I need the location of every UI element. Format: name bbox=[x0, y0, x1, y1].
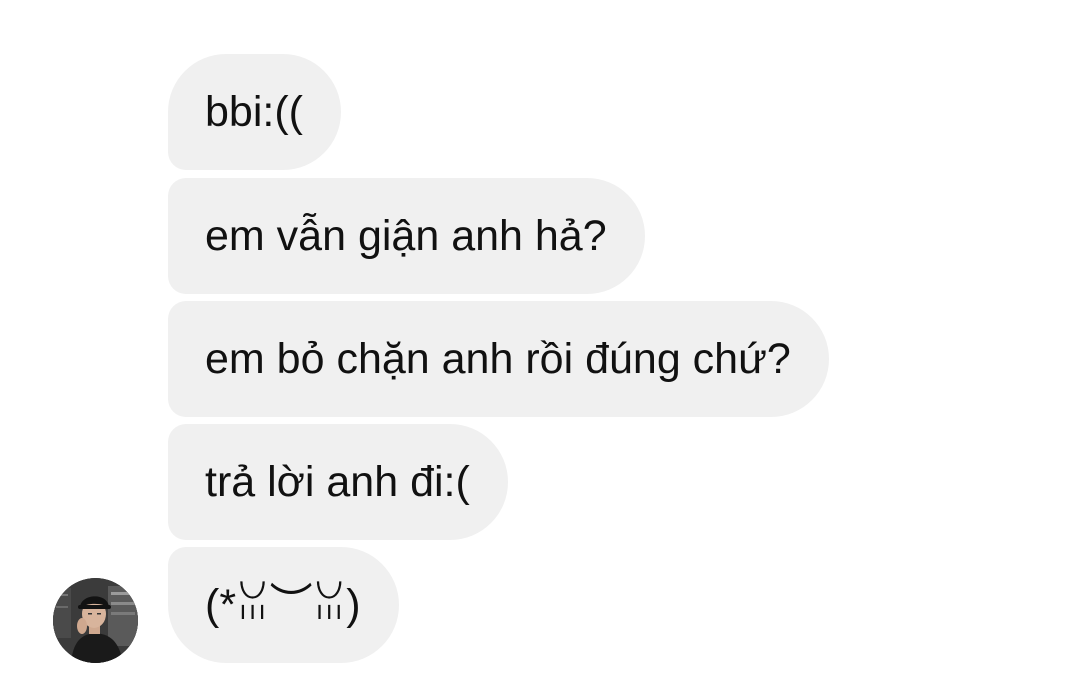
message-text: (*ꈍ︶ꈍ) bbox=[205, 581, 361, 629]
message-thread: bbi:(( em vẫn giận anh hả? em bỏ chặn an… bbox=[0, 0, 1080, 678]
message-text: trả lời anh đi:( bbox=[205, 458, 470, 506]
message-bubble[interactable]: em vẫn giận anh hả? bbox=[168, 178, 645, 294]
message-bubble[interactable]: trả lời anh đi:( bbox=[168, 424, 508, 540]
message-bubble[interactable]: (*ꈍ︶ꈍ) bbox=[168, 547, 399, 663]
message-bubble[interactable]: bbi:(( bbox=[168, 54, 341, 170]
sender-avatar[interactable] bbox=[53, 578, 138, 663]
message-text: em vẫn giận anh hả? bbox=[205, 212, 607, 260]
message-bubble[interactable]: em bỏ chặn anh rồi đúng chứ? bbox=[168, 301, 829, 417]
avatar-photo-icon bbox=[53, 578, 138, 663]
message-text: bbi:(( bbox=[205, 88, 303, 136]
message-text: em bỏ chặn anh rồi đúng chứ? bbox=[205, 335, 791, 383]
